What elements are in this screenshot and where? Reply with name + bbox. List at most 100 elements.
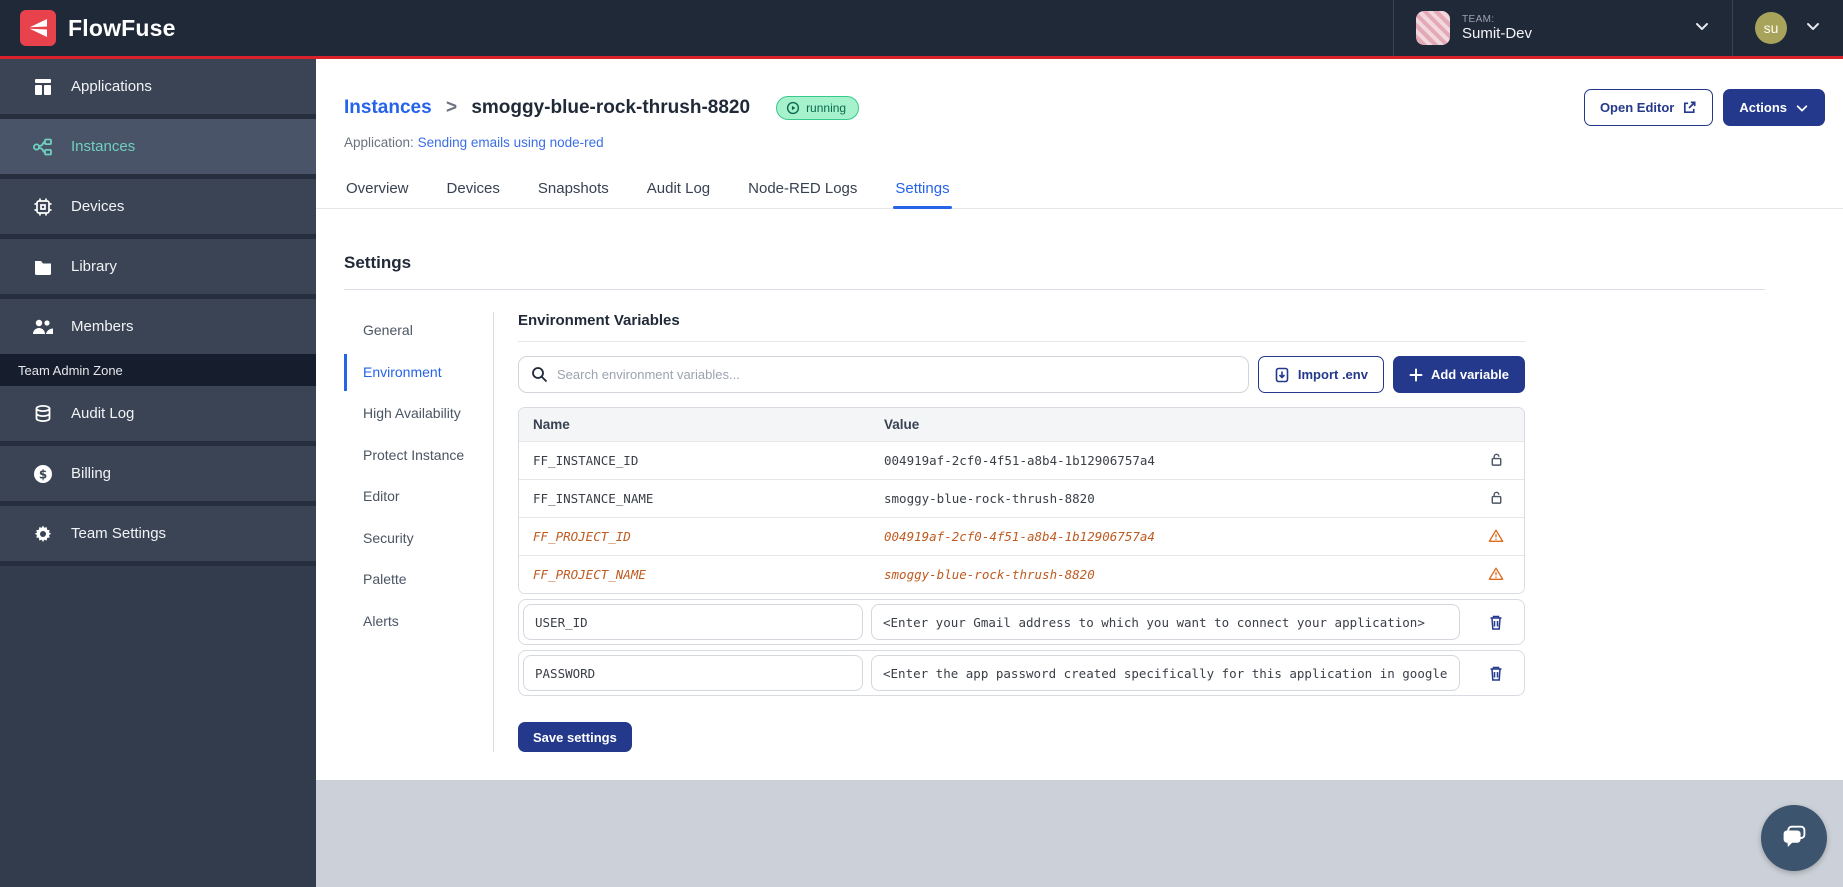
search-input[interactable] (557, 367, 1236, 382)
divider (344, 289, 1765, 290)
external-link-icon (1684, 101, 1696, 114)
warning-icon (1468, 566, 1524, 584)
table-row: FF_INSTANCE_NAME smoggy-blue-rock-thrush… (519, 479, 1524, 517)
application-link[interactable]: Sending emails using node-red (418, 135, 604, 150)
env-var-name-input[interactable] (523, 604, 863, 640)
subnav-item-general[interactable]: General (344, 312, 481, 350)
subnav-item-alerts[interactable]: Alerts (344, 603, 481, 641)
team-switcher[interactable]: TEAM: Sumit-Dev (1394, 0, 1732, 56)
tab-overview[interactable]: Overview (344, 172, 411, 208)
settings-title: Settings (344, 253, 412, 272)
sidebar-item-label: Audit Log (71, 405, 135, 422)
sidebar-item-label: Instances (71, 138, 136, 155)
subnav-item-environment[interactable]: Environment (344, 353, 481, 391)
team-label: TEAM: (1461, 13, 1495, 25)
subnav-item-high-availability[interactable]: High Availability (344, 395, 481, 433)
subnav-item-protect-instance[interactable]: Protect Instance (344, 437, 481, 475)
sidebar-item-members[interactable]: Members (0, 299, 316, 354)
breadcrumb-separator: > (445, 96, 458, 118)
env-var-name: FF_PROJECT_ID (533, 529, 631, 544)
save-settings-button[interactable]: Save settings (518, 722, 632, 752)
environment-title: Environment Variables (518, 312, 680, 329)
search-box (518, 356, 1249, 393)
chat-widget-button[interactable] (1761, 805, 1827, 871)
topbar-right: TEAM: Sumit-Dev su (1392, 0, 1843, 56)
subnav-item-editor[interactable]: Editor (344, 478, 481, 516)
table-row: FF_PROJECT_ID 004919af-2cf0-4f51-a8b4-1b… (519, 517, 1524, 555)
sidebar-item-team-settings[interactable]: Team Settings (0, 506, 316, 561)
main-content: Instances > smoggy-blue-rock-thrush-8820… (316, 59, 1843, 887)
import-file-icon (1275, 367, 1289, 382)
sidebar-item-label: Applications (71, 78, 152, 95)
chevron-down-icon (1694, 18, 1710, 39)
import-env-button[interactable]: Import .env (1257, 356, 1384, 393)
env-var-value: smoggy-blue-rock-thrush-8820 (884, 491, 1095, 506)
brand-name: FlowFuse (68, 14, 176, 41)
application-line: Application: Sending emails using node-r… (344, 135, 604, 150)
instance-tabs: Overview Devices Snapshots Audit Log Nod… (316, 172, 1843, 209)
env-var-value: smoggy-blue-rock-thrush-8820 (884, 567, 1095, 582)
search-icon (532, 367, 548, 383)
delete-variable-button[interactable] (1468, 665, 1524, 682)
add-variable-button[interactable]: Add variable (1392, 356, 1525, 393)
column-header-value: Value (884, 417, 920, 432)
sidebar-filler (0, 566, 316, 887)
sidebar-item-billing[interactable]: $ Billing (0, 446, 316, 501)
breadcrumb: Instances > smoggy-blue-rock-thrush-8820 (344, 97, 750, 119)
brand[interactable]: FlowFuse (20, 10, 176, 46)
chip-icon (32, 197, 54, 217)
settings-subnav: General Environment High Availability Pr… (344, 312, 494, 752)
sidebar-item-library[interactable]: Library (0, 239, 316, 294)
env-var-name: FF_INSTANCE_NAME (533, 491, 654, 506)
sidebar-item-applications[interactable]: Applications (0, 59, 316, 114)
env-variables-table: Name Value FF_INSTANCE_ID 004919af-2cf0-… (518, 407, 1525, 594)
sidebar-item-instances[interactable]: Instances (0, 119, 316, 174)
tab-audit-log[interactable]: Audit Log (645, 172, 712, 208)
settings-section: Settings General Environment High Availa… (316, 209, 1843, 752)
env-var-name: FF_INSTANCE_ID (533, 453, 639, 468)
tab-devices[interactable]: Devices (445, 172, 502, 208)
page-title: smoggy-blue-rock-thrush-8820 (471, 96, 751, 118)
divider (518, 341, 1525, 342)
user-menu[interactable]: su (1733, 0, 1843, 56)
sidebar-item-label: Devices (71, 198, 125, 215)
sidebar-item-label: Billing (71, 465, 112, 482)
subnav-item-security[interactable]: Security (344, 520, 481, 558)
sidebar-item-devices[interactable]: Devices (0, 179, 316, 234)
instances-icon (32, 137, 54, 157)
users-icon (32, 318, 54, 336)
actions-button[interactable]: Actions (1723, 89, 1825, 126)
env-var-name-input[interactable] (523, 655, 863, 691)
lock-icon (1468, 452, 1524, 470)
instance-header: Instances > smoggy-blue-rock-thrush-8820… (316, 59, 1843, 150)
chat-bubbles-icon (1783, 825, 1806, 847)
lock-icon (1468, 490, 1524, 508)
team-name: Sumit-Dev (1461, 25, 1532, 43)
env-var-value-input[interactable] (871, 655, 1460, 691)
folder-icon (32, 258, 54, 276)
tab-settings[interactable]: Settings (893, 172, 952, 209)
env-var-editable-row (518, 650, 1525, 696)
tab-snapshots[interactable]: Snapshots (536, 172, 611, 208)
user-avatar: su (1755, 12, 1787, 44)
svg-text:$: $ (39, 467, 47, 481)
plus-icon (1409, 368, 1423, 381)
chevron-down-icon (1805, 18, 1821, 39)
sidebar-item-label: Library (71, 258, 117, 275)
chevron-down-icon (1796, 104, 1808, 111)
tab-node-red-logs[interactable]: Node-RED Logs (746, 172, 859, 208)
dollar-icon: $ (32, 464, 54, 484)
warning-icon (1468, 528, 1524, 546)
env-var-value: 004919af-2cf0-4f51-a8b4-1b12906757a4 (884, 529, 1155, 544)
team-avatar (1415, 11, 1450, 45)
breadcrumb-instances-link[interactable]: Instances (344, 97, 432, 118)
delete-variable-button[interactable] (1468, 614, 1524, 631)
table-header: Name Value (519, 408, 1524, 441)
sidebar-item-audit-log[interactable]: Audit Log (0, 386, 316, 441)
subnav-item-palette[interactable]: Palette (344, 561, 481, 599)
env-var-value-input[interactable] (871, 604, 1460, 640)
table-row: FF_INSTANCE_ID 004919af-2cf0-4f51-a8b4-1… (519, 441, 1524, 479)
open-editor-button[interactable]: Open Editor (1583, 89, 1714, 126)
env-var-name: FF_PROJECT_NAME (533, 567, 646, 582)
sidebar-item-label: Team Settings (71, 525, 167, 542)
